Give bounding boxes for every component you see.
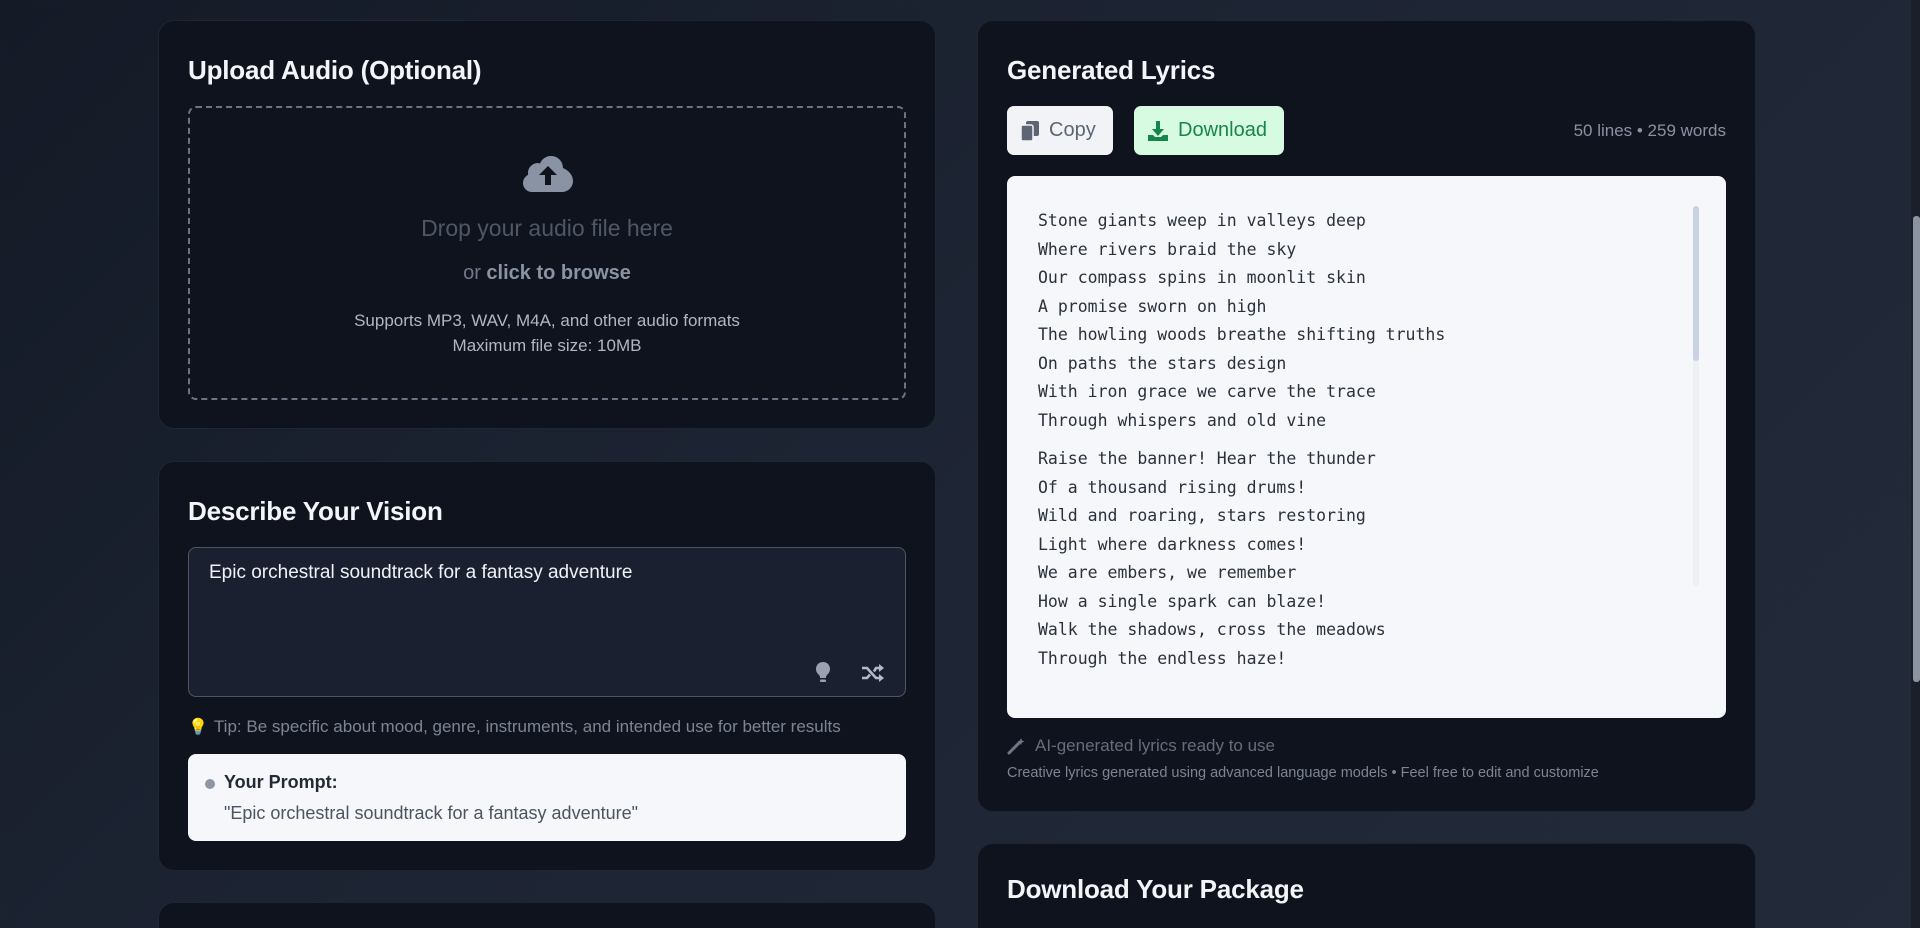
bullet-dot-icon	[205, 779, 215, 789]
lyric-line: We are embers, we remember	[1038, 563, 1297, 582]
download-package-title: Download Your Package	[1007, 874, 1304, 904]
max-file-size-text: Maximum file size: 10MB	[452, 336, 642, 355]
tip-bulb-icon: 💡	[188, 719, 208, 736]
audio-dropzone[interactable]: Drop your audio file here or click to br…	[188, 106, 906, 400]
lyric-line: The howling woods breathe shifting truth…	[1038, 325, 1446, 344]
lyrics-textarea[interactable]: Stone giants weep in valleys deep Where r…	[1007, 176, 1726, 718]
ai-note-line: AI-generated lyrics ready to use	[1007, 736, 1275, 756]
copy-button[interactable]: Copy	[1007, 106, 1113, 155]
next-section-card	[158, 902, 936, 928]
your-prompt-value: "Epic orchestral soundtrack for a fantas…	[224, 803, 638, 823]
prompt-textarea-container[interactable]: Epic orchestral soundtrack for a fantasy…	[188, 547, 906, 697]
download-label: Download	[1178, 119, 1267, 141]
magic-wand-icon	[1007, 738, 1025, 755]
ai-note: AI-generated lyrics ready to use	[1035, 736, 1276, 755]
lyrics-stanza: Stone giants weep in valleys deep Where r…	[1038, 207, 1678, 435]
prompt-textarea[interactable]: Epic orchestral soundtrack for a fantasy…	[209, 562, 829, 584]
lyrics-content: Stone giants weep in valleys deep Where r…	[1038, 207, 1678, 683]
tip-text: Tip: Be specific about mood, genre, inst…	[213, 717, 841, 736]
lyrics-scrollbar-thumb[interactable]	[1693, 206, 1699, 361]
your-prompt-label: Your Prompt:	[224, 772, 338, 792]
supported-formats-text: Supports MP3, WAV, M4A, and other audio …	[354, 311, 740, 330]
drop-audio-text: Drop your audio file here	[421, 215, 673, 241]
lyric-line: Raise the banner! Hear the thunder	[1038, 449, 1376, 468]
lyric-line: On paths the stars design	[1038, 353, 1287, 373]
or-text: or	[463, 262, 487, 284]
lyric-line: Where rivers braid the sky	[1038, 239, 1297, 259]
page-scrollbar-thumb[interactable]	[1913, 216, 1920, 682]
lightbulb-icon[interactable]	[813, 661, 833, 683]
tip-text-line: 💡 Tip: Be specific about mood, genre, ins…	[188, 717, 841, 737]
lyrics-scrollbar-track[interactable]	[1693, 206, 1699, 586]
your-prompt-box: Your Prompt: "Epic orchestral soundtrack…	[188, 754, 906, 841]
lyric-line: Through whispers and old vine	[1038, 410, 1327, 430]
lyrics-stanza: Raise the banner! Hear the thunder Of a t…	[1038, 445, 1678, 673]
copy-label: Copy	[1049, 119, 1096, 141]
download-button[interactable]: Download	[1134, 106, 1284, 155]
lyric-line: Our compass spins in moonlit skin	[1038, 268, 1366, 287]
shuffle-icon[interactable]	[861, 663, 885, 683]
copy-icon	[1021, 120, 1039, 141]
browse-link[interactable]: click to browse	[486, 262, 631, 284]
lyrics-stats: 50 lines • 259 words	[1573, 121, 1726, 140]
cloud-upload-icon	[523, 156, 573, 192]
lyric-line: How a single spark can blaze!	[1038, 591, 1327, 611]
upload-audio-card: Upload Audio (Optional) Drop your audio …	[158, 20, 936, 429]
download-package-card: Download Your Package	[977, 843, 1756, 928]
lyric-line: Of a thousand rising drums!	[1038, 477, 1307, 497]
generated-lyrics-card: Generated Lyrics Copy Download 50 lines …	[977, 20, 1756, 812]
generated-lyrics-title: Generated Lyrics	[1007, 55, 1216, 85]
lyric-line: Stone giants weep in valleys deep	[1038, 211, 1366, 230]
describe-vision-card: Describe Your Vision Epic orchestral sou…	[158, 461, 936, 871]
lyric-line: With iron grace we carve the trace	[1038, 382, 1376, 401]
browse-line: or click to browse	[190, 262, 904, 285]
lyric-line: Through the endless haze!	[1038, 648, 1287, 668]
lyric-line: A promise sworn on high	[1038, 296, 1267, 316]
lyric-line: Walk the shadows, cross the meadows	[1038, 620, 1386, 639]
download-icon	[1148, 120, 1168, 141]
upload-audio-title: Upload Audio (Optional)	[188, 55, 482, 85]
lyric-line: Light where darkness comes!	[1038, 534, 1307, 554]
ai-subnote: Creative lyrics generated using advanced…	[1007, 765, 1599, 781]
lyric-line: Wild and roaring, stars restoring	[1038, 506, 1366, 525]
describe-vision-title: Describe Your Vision	[188, 496, 443, 526]
